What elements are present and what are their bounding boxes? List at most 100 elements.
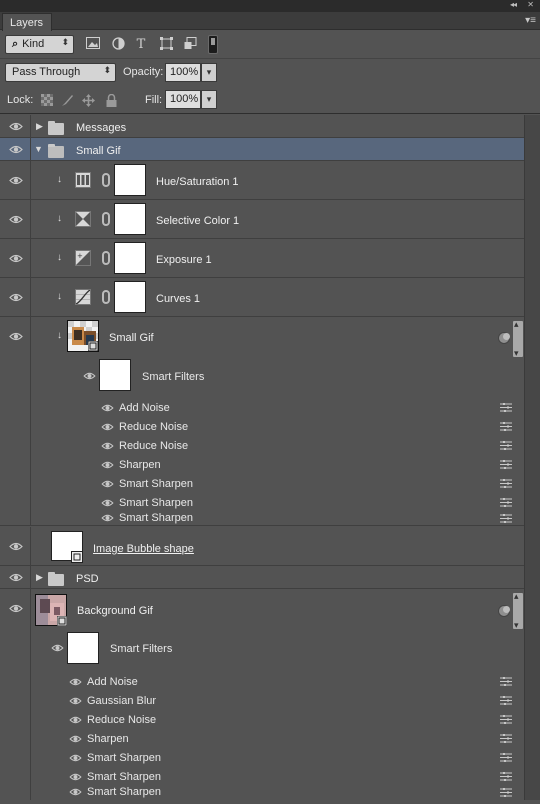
eye-icon[interactable]	[101, 404, 114, 412]
filter-item[interactable]: Reduce Noise	[31, 417, 511, 436]
filter-name[interactable]: Add Noise	[119, 402, 170, 414]
filter-item[interactable]: Add Noise	[31, 398, 511, 417]
layer-exposure[interactable]: ↓ + Exposure 1	[0, 239, 524, 278]
image-filter-icon[interactable]	[85, 37, 101, 53]
filter-name[interactable]: Smart Sharpen	[87, 786, 161, 798]
eye-icon[interactable]	[9, 176, 23, 185]
hue-saturation-icon[interactable]	[75, 172, 91, 188]
filter-toggle-switch[interactable]	[208, 35, 218, 54]
eye-icon[interactable]	[101, 442, 114, 450]
layer-name[interactable]: PSD	[76, 573, 99, 585]
eye-icon[interactable]	[9, 215, 23, 224]
type-filter-icon[interactable]: T	[133, 37, 149, 53]
eye-icon[interactable]	[9, 254, 23, 263]
layer-mask-thumbnail[interactable]	[114, 281, 146, 313]
collapse-arrow-icon[interactable]: ▼	[34, 144, 43, 154]
filter-list-scrollbar[interactable]	[513, 591, 523, 631]
eye-icon[interactable]	[101, 499, 114, 507]
expand-arrow-icon[interactable]: ▶	[36, 121, 43, 132]
fill-input[interactable]: 100%	[165, 90, 201, 109]
selective-color-icon[interactable]	[75, 211, 91, 227]
eye-icon[interactable]	[9, 604, 23, 613]
blending-options-icon[interactable]	[500, 498, 512, 507]
eye-icon[interactable]	[101, 461, 114, 469]
blending-options-icon[interactable]	[500, 753, 512, 762]
opacity-input[interactable]: 100%	[165, 63, 201, 82]
blend-mode-select[interactable]: Pass Through ⬍	[5, 63, 116, 82]
eye-icon[interactable]	[69, 697, 82, 705]
eye-icon[interactable]	[9, 573, 23, 582]
link-icon[interactable]	[102, 290, 110, 304]
link-icon[interactable]	[102, 251, 110, 265]
lock-image-pixels-icon[interactable]	[61, 94, 74, 107]
filter-name[interactable]: Sharpen	[87, 733, 129, 745]
eye-icon[interactable]	[69, 754, 82, 762]
smart-filter-indicator-icon[interactable]	[498, 332, 510, 344]
smart-filter-mask-thumbnail[interactable]	[99, 359, 131, 391]
blending-options-icon[interactable]	[500, 772, 512, 781]
layer-image-bubble-shape[interactable]: Image Bubble shape	[0, 527, 524, 566]
filter-name[interactable]: Add Noise	[87, 676, 138, 688]
eye-icon[interactable]	[69, 788, 82, 796]
layer-selective-color[interactable]: ↓ Selective Color 1	[0, 200, 524, 239]
layer-name[interactable]: Image Bubble shape	[93, 543, 194, 555]
blending-options-icon[interactable]	[500, 788, 512, 797]
eye-icon[interactable]	[101, 423, 114, 431]
filter-kind-select[interactable]: ⌕ Kind ⬍	[5, 35, 74, 54]
blending-options-icon[interactable]	[500, 422, 512, 431]
blending-options-icon[interactable]	[500, 479, 512, 488]
layer-name[interactable]: Exposure 1	[156, 254, 212, 266]
lock-all-icon[interactable]	[105, 93, 118, 107]
expand-arrow-icon[interactable]: ▶	[36, 572, 43, 583]
opacity-dropdown-icon[interactable]: ▾	[201, 63, 217, 82]
adjustment-filter-icon[interactable]	[110, 37, 126, 53]
filter-name[interactable]: Smart Sharpen	[119, 478, 193, 490]
filter-name[interactable]: Smart Sharpen	[119, 497, 193, 509]
eye-icon[interactable]	[69, 678, 82, 686]
blending-options-icon[interactable]	[500, 403, 512, 412]
filter-item[interactable]: Smart Sharpen	[31, 512, 511, 526]
layer-name[interactable]: Background Gif	[77, 605, 153, 617]
filter-name[interactable]: Sharpen	[119, 459, 161, 471]
filter-item[interactable]: Gaussian Blur	[31, 691, 511, 710]
filter-item[interactable]: Reduce Noise	[31, 436, 511, 455]
layer-name[interactable]: Curves 1	[156, 293, 200, 305]
exposure-icon[interactable]: +	[75, 250, 91, 266]
layer-background-gif-smart-object[interactable]: Background Gif Smart Filters Add Noise G…	[0, 589, 524, 800]
filter-list-scrollbar[interactable]	[513, 319, 523, 359]
filter-name[interactable]: Reduce Noise	[119, 421, 188, 433]
blending-options-icon[interactable]	[500, 441, 512, 450]
lock-position-icon[interactable]	[82, 94, 95, 107]
filter-name[interactable]: Gaussian Blur	[87, 695, 156, 707]
layer-group-small-gif[interactable]: ▼ Small Gif	[0, 138, 524, 161]
filter-item[interactable]: Sharpen	[31, 455, 511, 474]
filter-item[interactable]: Reduce Noise	[31, 710, 511, 729]
smart-filter-indicator-icon[interactable]	[498, 605, 510, 617]
eye-icon[interactable]	[69, 716, 82, 724]
layer-mask-thumbnail[interactable]	[114, 164, 146, 196]
filter-item[interactable]: Smart Sharpen	[31, 767, 511, 786]
eye-icon[interactable]	[9, 122, 23, 131]
eye-icon[interactable]	[69, 735, 82, 743]
layer-name[interactable]: Small Gif	[109, 332, 154, 344]
blending-options-icon[interactable]	[500, 715, 512, 724]
layer-name[interactable]: Selective Color 1	[156, 215, 239, 227]
close-panel-icon[interactable]: ✕	[527, 0, 534, 9]
tab-layers[interactable]: Layers	[2, 13, 53, 31]
collapse-panel-icon[interactable]: ◂◂	[510, 0, 517, 9]
eye-icon[interactable]	[9, 332, 23, 341]
layer-curves[interactable]: ↓ Curves 1	[0, 278, 524, 317]
curves-icon[interactable]	[75, 289, 91, 305]
smart-filters-eye-icon[interactable]	[83, 372, 96, 380]
layer-small-gif-smart-object[interactable]: ↓ Small Gif Smart Filters Add Noise Redu…	[0, 317, 524, 526]
eye-icon[interactable]	[9, 542, 23, 551]
eye-icon[interactable]	[101, 514, 114, 522]
layer-mask-thumbnail[interactable]	[114, 203, 146, 235]
smart-object-filter-icon[interactable]	[182, 37, 198, 53]
layer-group-messages[interactable]: ▶ Messages	[0, 115, 524, 138]
smart-filters-label[interactable]: Smart Filters	[142, 371, 204, 383]
filter-item[interactable]: Smart Sharpen	[31, 786, 511, 800]
smart-filters-label[interactable]: Smart Filters	[110, 643, 172, 655]
filter-name[interactable]: Smart Sharpen	[87, 771, 161, 783]
lock-transparency-icon[interactable]	[40, 94, 53, 107]
